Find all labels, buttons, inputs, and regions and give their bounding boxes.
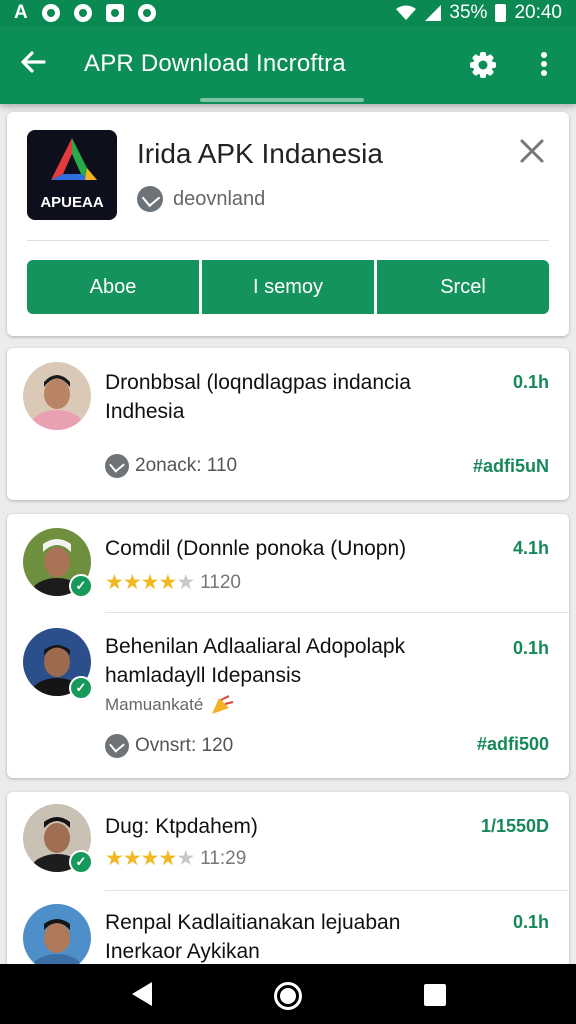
wifi-icon — [396, 5, 417, 20]
clock: 20:40 — [514, 2, 562, 23]
app-subtitle: deovnland — [173, 187, 266, 210]
avatar[interactable] — [23, 904, 91, 972]
feed-card: ✓ Dug: Ktpdahem) 1/1550D ★★★★★ 11:29 Ren… — [7, 792, 569, 972]
app-bar: APR Download Incroftra — [0, 26, 576, 104]
item-tag[interactable]: #adfi500 — [477, 734, 549, 755]
page-title: APR Download Incroftra — [84, 50, 346, 77]
item-title: Behenilan Adlaaliaral Adopolapk hamladay… — [105, 635, 406, 687]
status-text: A — [14, 2, 28, 23]
item-title: Comdil (Donnle ponoka (Unopn) — [105, 537, 407, 560]
app-logo-text: APUEAA — [40, 194, 104, 211]
comment-icon — [105, 734, 129, 758]
app-card: APUEAA Irida APK Indanesia deovnland Abo… — [7, 112, 569, 336]
scroll-button[interactable]: Srcel — [377, 260, 549, 314]
item-time: 0.1h — [512, 912, 549, 932]
app-name: Irida APK Indanesia — [137, 138, 383, 169]
notification-image-icon — [105, 4, 124, 22]
back-arrow-icon[interactable] — [20, 46, 46, 82]
nav-back-icon[interactable] — [132, 982, 152, 1006]
item-time: 4.1h — [512, 538, 549, 558]
notification-app-icon — [137, 4, 156, 22]
verified-icon: ✓ — [69, 574, 93, 598]
status-right: 35% 20:40 — [395, 2, 562, 24]
rating-count: 11:29 — [200, 847, 247, 869]
nav-home-icon[interactable] — [274, 982, 302, 1010]
notification-heart-icon — [73, 4, 92, 22]
divider — [27, 240, 549, 241]
item-meta: 2onack: 110 — [105, 454, 237, 478]
item-tag[interactable]: #adfi5uN — [473, 456, 549, 477]
avatar[interactable] — [23, 362, 91, 430]
system-nav-bar — [0, 964, 576, 1024]
battery-icon — [495, 4, 507, 22]
status-bar: A 35% 20:40 — [0, 0, 576, 26]
nav-recents-icon[interactable] — [424, 984, 446, 1006]
item-time: 1/1550D — [480, 816, 549, 836]
item-meta-text: Ovnsrt: 120 — [135, 735, 234, 756]
item-title: Renpal Kadlaitianakan lejuaban Inerkaor … — [105, 911, 401, 963]
app-subtitle-row: deovnland — [137, 186, 265, 212]
row-divider — [105, 890, 569, 891]
item-rating: ★★★★★ 1120 — [105, 570, 241, 595]
comment-icon — [105, 454, 129, 478]
battery-percent: 35% — [449, 2, 488, 23]
item-title: Dug: Ktpdahem) — [105, 815, 258, 838]
feed-card[interactable]: Dronbbsal (loqndlagpas indancia Indhesia… — [7, 348, 569, 500]
action-button-group: Aboe I semoy Srcel — [27, 260, 549, 314]
close-icon[interactable] — [519, 136, 545, 170]
rating-stars-icon: ★★★★★ — [105, 847, 195, 870]
item-subline: Mamuankaté — [105, 694, 235, 716]
signal-icon — [425, 5, 442, 21]
more-vert-icon[interactable] — [532, 50, 556, 80]
rating-stars-icon: ★★★★★ — [105, 571, 195, 594]
item-subline-text: Mamuankaté — [105, 695, 204, 714]
download-badge-icon — [137, 186, 163, 212]
item-meta-text: 2onack: 110 — [135, 455, 238, 476]
security-button[interactable]: I semoy — [202, 260, 374, 314]
drag-handle — [200, 98, 364, 102]
rating-count: 1120 — [200, 571, 241, 593]
verified-icon: ✓ — [69, 676, 93, 700]
verified-icon: ✓ — [69, 850, 93, 874]
about-button[interactable]: Aboe — [27, 260, 199, 314]
item-time: 0.1h — [512, 372, 549, 392]
item-time: 0.1h — [512, 638, 549, 658]
row-divider — [105, 612, 569, 613]
notification-icon — [41, 4, 60, 22]
feed-card: ✓ Comdil (Donnle ponoka (Unopn) 4.1h ★★★… — [7, 514, 569, 778]
status-left: A — [14, 2, 156, 24]
app-logo: APUEAA — [27, 130, 117, 220]
party-icon — [209, 694, 235, 716]
settings-icon[interactable] — [468, 50, 500, 80]
item-meta: Ovnsrt: 120 — [105, 734, 233, 758]
item-rating: ★★★★★ 11:29 — [105, 846, 246, 871]
item-title: Dronbbsal (loqndlagpas indancia Indhesia — [105, 371, 411, 423]
